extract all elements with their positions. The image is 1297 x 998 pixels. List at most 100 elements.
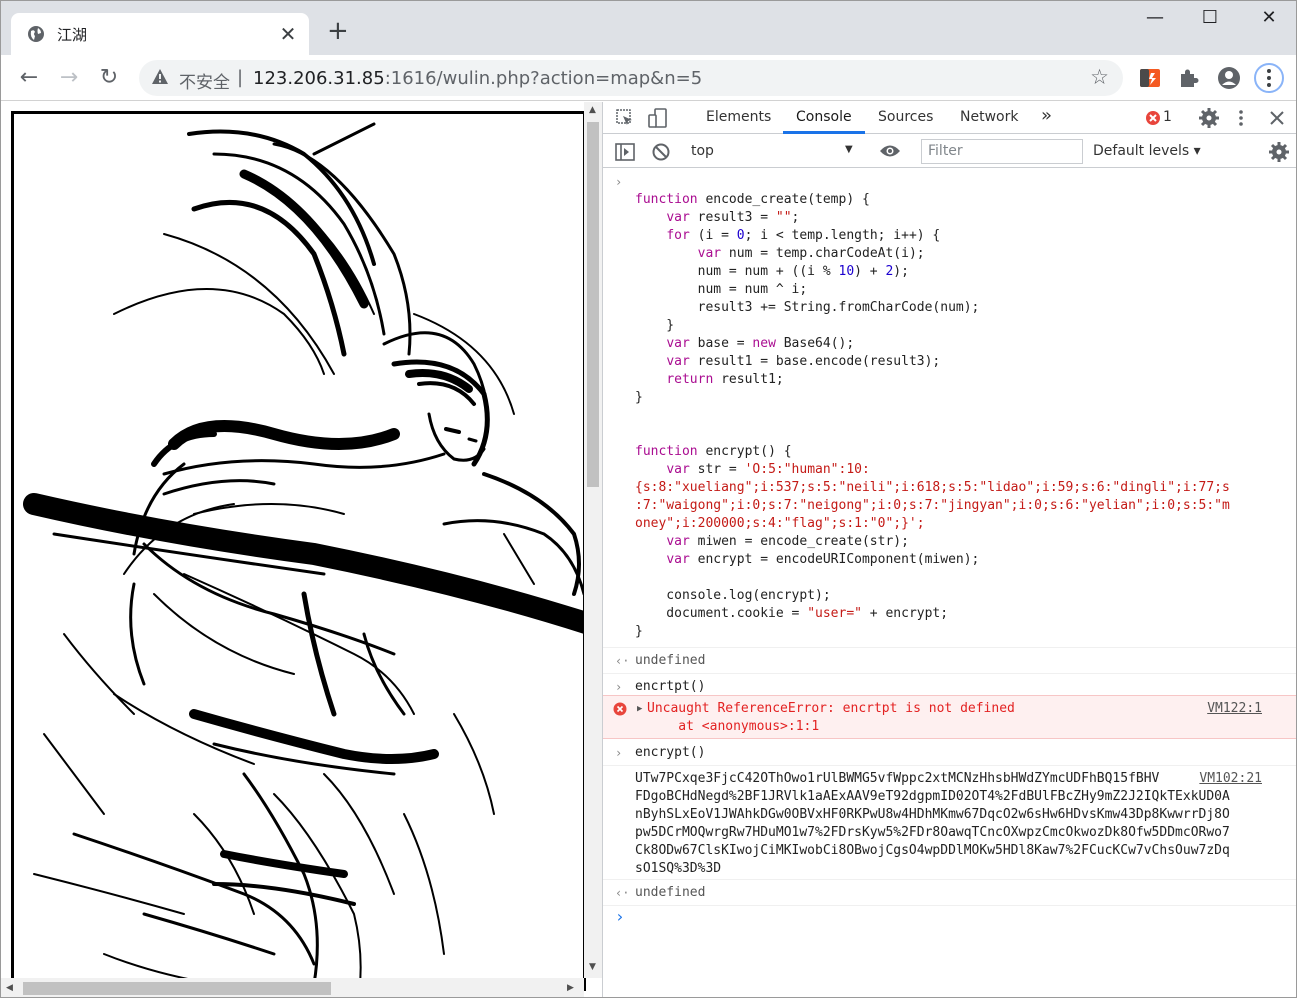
sidebar-toggle-icon[interactable] — [615, 142, 635, 162]
tab-sources[interactable]: Sources — [878, 109, 933, 125]
expand-triangle-icon[interactable]: ▶ — [637, 700, 642, 718]
wuxia-sketch-image — [11, 111, 586, 991]
profile-avatar-icon[interactable] — [1216, 65, 1242, 91]
input-text: encrypt() — [635, 745, 706, 760]
address-bar[interactable]: 不安全 | 123.206.31.85:1616/wulin.php?actio… — [139, 60, 1123, 96]
scroll-up-arrow-icon[interactable]: ▲ — [589, 105, 596, 115]
tab-jianghu[interactable]: 江湖 ✕ — [11, 13, 309, 55]
log-levels-dropdown[interactable]: Default levels ▾ — [1093, 143, 1201, 159]
tab-console[interactable]: Console — [796, 109, 852, 125]
console-error-row: ▶ Uncaught ReferenceError: encrtpt is no… — [603, 695, 1296, 739]
page-horizontal-scrollbar[interactable]: ◀ ▶ — [1, 978, 584, 997]
tab-close-icon[interactable]: ✕ — [277, 22, 299, 46]
code-line: } — [635, 318, 675, 333]
back-icon[interactable]: ← — [14, 63, 44, 93]
console-toolbar: top ▼ Filter Default levels ▾ — [603, 135, 1296, 168]
code-line: } — [635, 390, 643, 405]
url-text[interactable]: 123.206.31.85:1616/wulin.php?action=map&… — [253, 68, 702, 89]
swordsman-sketch-drawing — [23, 122, 583, 991]
code-line: for (i = 0; i < temp.length; i++) { — [666, 228, 941, 243]
devtools-menu-icon[interactable] — [1236, 108, 1246, 128]
result-value: undefined — [635, 653, 706, 668]
horizontal-scroll-thumb[interactable] — [23, 982, 331, 995]
more-tabs-button[interactable]: » — [1041, 105, 1052, 126]
console-settings-gear-icon[interactable] — [1268, 141, 1290, 163]
context-dropdown-caret-icon[interactable]: ▼ — [845, 144, 853, 155]
input-prompt-icon: › — [615, 680, 623, 694]
code-line: var encrypt = encodeURIComponent(miwen); — [666, 552, 980, 567]
error-source-link[interactable]: VM122:1 — [1207, 700, 1262, 718]
live-expression-eye-icon[interactable] — [879, 143, 901, 159]
context-selector[interactable]: top — [691, 143, 714, 159]
code-line: var result3 = ""; — [666, 210, 800, 225]
scroll-left-arrow-icon[interactable]: ◀ — [6, 983, 13, 993]
inspect-element-icon[interactable] — [615, 108, 635, 128]
vertical-scroll-thumb[interactable] — [587, 122, 599, 487]
tab-title: 江湖 — [57, 26, 88, 44]
result-value: undefined — [635, 885, 706, 900]
input-text: encrtpt() — [635, 679, 706, 694]
error-icon — [613, 702, 627, 716]
minimize-button[interactable]: — — [1132, 7, 1178, 28]
code-line: return result1; — [666, 372, 784, 387]
tab-elements[interactable]: Elements — [706, 109, 771, 125]
console-output: › function encode_create(temp) { var res… — [603, 169, 1296, 997]
devtools-tab-bar: Elements Console Sources Network » 1 — [603, 102, 1296, 134]
url-host: 123.206.31.85 — [253, 68, 385, 89]
tab-network[interactable]: Network — [960, 109, 1018, 125]
page-viewport: ▲ ▼ ◀ ▶ — [1, 102, 602, 997]
code-line: function encode_create(temp) { — [635, 192, 870, 207]
new-tab-button[interactable]: + — [327, 18, 349, 44]
url-separator: | — [237, 67, 244, 88]
input-prompt-icon: › — [615, 746, 623, 760]
code-line: var result1 = base.encode(result3); — [666, 354, 941, 369]
tab-strip: 江湖 ✕ + — ☐ ✕ — [1, 1, 1296, 55]
code-line: :7:"waigong";i:0;s:7:"neigong";i:0;s:7:"… — [635, 498, 1230, 513]
output-line: UTw7PCxqe3FjcC42OThOwo1rUlBWMG5vfWppc2xt… — [635, 771, 1160, 786]
extensions-puzzle-icon[interactable] — [1176, 65, 1202, 91]
not-secure-label[interactable]: 不安全 — [179, 68, 230, 93]
code-line: num = num + ((i % 10) + 2); — [635, 264, 909, 279]
console-prompt[interactable]: › — [603, 906, 1296, 997]
page-vertical-scrollbar[interactable]: ▲ ▼ — [584, 102, 602, 978]
extension-orange-icon[interactable] — [1137, 65, 1163, 91]
code-line: var miwen = encode_create(str); — [666, 534, 909, 549]
error-message: Uncaught ReferenceError: encrtpt is not … — [647, 701, 1015, 716]
clear-console-icon[interactable] — [651, 142, 671, 162]
output-line: Ck8ODw67ClsKIwojCiMKIwobCi8OBwojCgsO4wpD… — [635, 843, 1230, 858]
console-caret-icon: › — [615, 907, 625, 926]
globe-icon — [28, 26, 44, 42]
maximize-button[interactable]: ☐ — [1187, 7, 1233, 28]
log-source-link[interactable]: VM102:21 — [1199, 770, 1262, 788]
devtools-panel: Elements Console Sources Network » 1 top… — [602, 102, 1296, 997]
console-filter-input[interactable]: Filter — [921, 139, 1083, 164]
code-line: console.log(encrypt); — [635, 588, 831, 603]
url-path: :1616/wulin.php?action=map&n=5 — [384, 68, 703, 89]
code-line: var num = temp.charCodeAt(i); — [697, 246, 925, 261]
settings-gear-icon[interactable] — [1198, 107, 1220, 129]
device-toolbar-icon[interactable] — [647, 107, 669, 129]
bookmark-star-icon[interactable]: ☆ — [1090, 65, 1109, 89]
log-output: UTw7PCxqe3FjcC42OThOwo1rUlBWMG5vfWppc2xt… — [635, 770, 1230, 878]
warning-icon[interactable] — [151, 68, 169, 86]
error-circle-icon[interactable] — [1145, 110, 1161, 126]
devtools-close-icon[interactable] — [1269, 110, 1285, 126]
forward-icon[interactable]: → — [54, 63, 84, 93]
result-arrow-icon: ‹· — [615, 654, 630, 668]
error-count[interactable]: 1 — [1163, 109, 1172, 125]
chrome-menu-icon[interactable] — [1254, 63, 1284, 93]
code-line: var base = new Base64(); — [666, 336, 855, 351]
console-result-row: ‹· undefined — [603, 648, 1296, 674]
reload-icon[interactable]: ↻ — [94, 63, 124, 93]
output-line: sO1SQ%3D%3D — [635, 861, 722, 876]
output-line: nByhSLxEoV1JWAhkDGw0OBVxHF0RKPwU8w4HDhMK… — [635, 807, 1230, 822]
code-line: var str = 'O:5:"human":10: — [666, 462, 870, 477]
console-result-row: ‹· undefined — [603, 880, 1296, 906]
scroll-down-arrow-icon[interactable]: ▼ — [589, 962, 596, 972]
console-log-row: UTw7PCxqe3FjcC42OThOwo1rUlBWMG5vfWppc2xt… — [603, 766, 1296, 880]
scroll-right-arrow-icon[interactable]: ▶ — [567, 983, 574, 993]
window-close-button[interactable]: ✕ — [1246, 7, 1292, 28]
console-input-row: › encrypt() — [603, 740, 1296, 766]
result-arrow-icon: ‹· — [615, 886, 630, 900]
